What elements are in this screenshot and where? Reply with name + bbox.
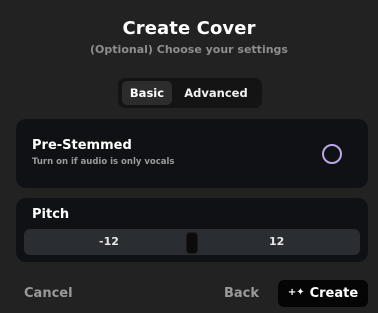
- pre-stemmed-card[interactable]: Pre-Stemmed Turn on if audio is only voc…: [16, 119, 368, 188]
- create-cover-dialog: Create Cover (Optional) Choose your sett…: [0, 0, 378, 313]
- tab-basic[interactable]: Basic: [122, 81, 172, 105]
- back-button[interactable]: Back: [224, 286, 259, 301]
- pre-stemmed-description: Turn on if audio is only vocals: [32, 157, 175, 167]
- pitch-max-label: 12: [269, 235, 285, 248]
- pitch-slider[interactable]: -12 12: [24, 229, 360, 255]
- pitch-min-label: -12: [99, 235, 119, 248]
- pre-stemmed-radio[interactable]: [322, 144, 342, 164]
- cancel-button[interactable]: Cancel: [24, 286, 73, 301]
- pitch-title: Pitch: [32, 207, 70, 222]
- pre-stemmed-title: Pre-Stemmed: [32, 138, 132, 153]
- settings-tabs: Basic Advanced: [118, 78, 262, 108]
- pitch-slider-thumb[interactable]: [186, 232, 198, 254]
- dialog-title: Create Cover: [122, 18, 256, 39]
- tab-advanced[interactable]: Advanced: [174, 81, 258, 105]
- pitch-card: Pitch -12 12: [16, 198, 368, 262]
- create-button-label: Create: [309, 286, 359, 301]
- dialog-subtitle: (Optional) Choose your settings: [90, 43, 288, 56]
- sparkle-icon: +✦: [287, 286, 305, 298]
- create-button[interactable]: +✦ Create: [278, 280, 368, 307]
